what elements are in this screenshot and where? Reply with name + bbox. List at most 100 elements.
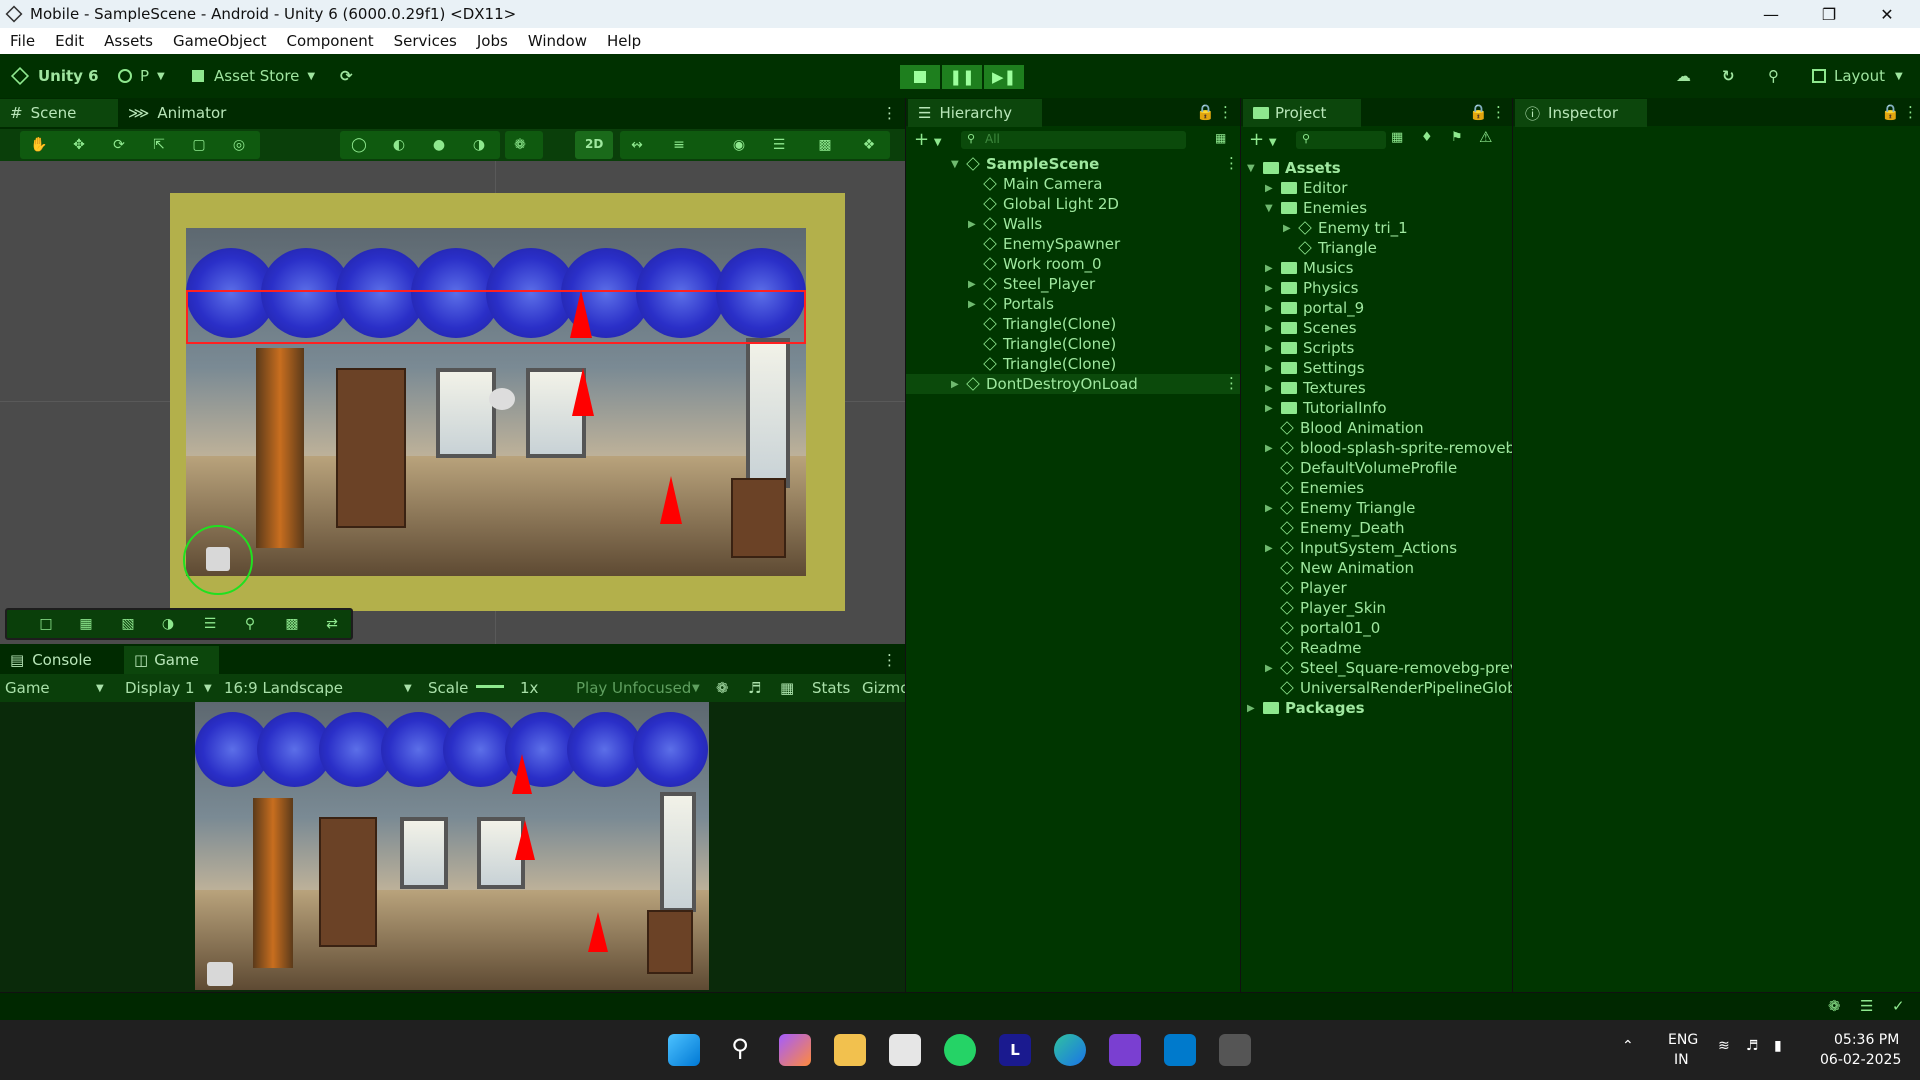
- aspect-select[interactable]: 16:9 Landscape: [224, 679, 343, 697]
- tab-hierarchy[interactable]: ☰ Hierarchy: [908, 99, 1042, 127]
- version-control-icon[interactable]: ⟳: [340, 54, 353, 98]
- stack-icon[interactable]: ☰: [1860, 997, 1873, 1015]
- project-item[interactable]: Readme: [1265, 638, 1362, 658]
- filter-icon[interactable]: ▦: [1215, 131, 1226, 145]
- game-view[interactable]: [0, 702, 905, 992]
- project-item[interactable]: ▶ Scripts: [1265, 338, 1354, 358]
- scene-more-menu-icon[interactable]: ⋮: [872, 99, 907, 127]
- hierarchy-dont-destroy-root[interactable]: ▶ DontDestroyOnLoad: [951, 374, 1138, 394]
- clock-time[interactable]: 05:36 PM: [1834, 1032, 1899, 1048]
- enemy-triangle[interactable]: [570, 290, 592, 338]
- move-tool-icon[interactable]: ✥: [70, 137, 88, 153]
- hierarchy-item[interactable]: ▶ Walls: [968, 214, 1042, 234]
- speaker-icon[interactable]: ♬: [748, 679, 761, 697]
- view-icon[interactable]: ▩: [283, 616, 301, 632]
- tag-icon[interactable]: ⚑: [1451, 130, 1463, 145]
- lock-icon[interactable]: 🔒: [1881, 103, 1900, 121]
- grid-icon[interactable]: ▦: [780, 679, 794, 697]
- player-sprite[interactable]: [206, 547, 230, 571]
- display-select[interactable]: Display 1: [125, 679, 195, 697]
- hierarchy-menu-icon[interactable]: ⋮: [1218, 103, 1233, 121]
- vscode-icon[interactable]: [1164, 1034, 1196, 1066]
- hierarchy-item[interactable]: EnemySpawner: [968, 234, 1120, 254]
- edge-icon[interactable]: [1054, 1034, 1086, 1066]
- scene-options-icon[interactable]: ⋮: [1224, 374, 1239, 392]
- tab-game[interactable]: ◫ Game: [124, 646, 219, 674]
- transform-tool-icon[interactable]: ◎: [230, 137, 248, 153]
- hierarchy-add-button[interactable]: + ▼: [914, 129, 942, 150]
- background-sprite[interactable]: [186, 228, 806, 576]
- chevron-up-icon[interactable]: ⌃: [1622, 1038, 1634, 1054]
- search-icon[interactable]: ⚲: [724, 1034, 756, 1066]
- enemy-triangle[interactable]: [660, 476, 682, 524]
- lock-icon[interactable]: 🔒: [1469, 103, 1488, 121]
- project-item[interactable]: ▼ Enemies: [1265, 198, 1367, 218]
- project-item[interactable]: ▶ Enemy Triangle: [1265, 498, 1415, 518]
- visibility-icon[interactable]: ◉: [730, 137, 748, 153]
- project-item[interactable]: ▶ Steel_Square-removebg-prev: [1265, 658, 1519, 678]
- lighting-icon[interactable]: ◑: [470, 137, 488, 153]
- history-icon[interactable]: ↻: [1722, 54, 1735, 98]
- stack-icon[interactable]: ☰: [770, 137, 788, 153]
- hierarchy-search-input[interactable]: ⚲ All: [961, 131, 1186, 149]
- lock-icon[interactable]: 🔒: [1196, 103, 1215, 121]
- media-icon[interactable]: [1109, 1034, 1141, 1066]
- language-top[interactable]: ENG: [1668, 1032, 1698, 1048]
- shaded-icon[interactable]: ◐: [390, 137, 408, 153]
- restore-button[interactable]: ❐: [1800, 0, 1858, 28]
- project-item[interactable]: Enemy_Death: [1265, 518, 1405, 538]
- project-item[interactable]: Triangle: [1283, 238, 1377, 258]
- inspector-menu-icon[interactable]: ⋮: [1903, 103, 1918, 121]
- scene-options-icon[interactable]: ⋮: [1224, 154, 1239, 172]
- bug-icon[interactable]: ❁: [716, 679, 729, 697]
- check-icon[interactable]: ✓: [1892, 997, 1905, 1015]
- tab-console[interactable]: ▤ Console: [0, 646, 102, 674]
- project-item[interactable]: ▶ Enemy tri_1: [1283, 218, 1408, 238]
- fill-icon[interactable]: ◑: [159, 616, 177, 632]
- grid-brush-icon[interactable]: ▧: [119, 616, 137, 632]
- project-item[interactable]: portal01_0: [1265, 618, 1380, 638]
- gizmos-icon[interactable]: ❖: [860, 137, 878, 153]
- tile-palette-icon[interactable]: ▦: [77, 616, 95, 632]
- scene-view[interactable]: [0, 161, 905, 644]
- menu-help[interactable]: Help: [607, 32, 641, 50]
- project-item[interactable]: ▶ Settings: [1265, 358, 1365, 378]
- bug-icon[interactable]: ❁: [1828, 997, 1841, 1015]
- unity-hub-icon[interactable]: [1219, 1034, 1251, 1066]
- tab-scene[interactable]: # Scene: [0, 99, 118, 127]
- layers-icon[interactable]: ≡: [670, 137, 688, 153]
- project-item[interactable]: New Animation: [1265, 558, 1414, 578]
- project-item[interactable]: ▶ Scenes: [1265, 318, 1357, 338]
- hierarchy-item[interactable]: Triangle(Clone): [968, 354, 1116, 374]
- project-item[interactable]: Blood Animation: [1265, 418, 1424, 438]
- copilot-icon[interactable]: [779, 1034, 811, 1066]
- tab-animator[interactable]: ⋙ Animator: [118, 99, 236, 127]
- project-item[interactable]: ▶ TutorialInfo: [1265, 398, 1387, 418]
- play-button[interactable]: [900, 65, 940, 89]
- project-assets-root[interactable]: ▼ Assets: [1247, 158, 1341, 178]
- project-item[interactable]: ▶ Textures: [1265, 378, 1366, 398]
- app-l-icon[interactable]: L: [999, 1034, 1031, 1066]
- project-item[interactable]: ▶ blood-splash-sprite-removeb: [1265, 438, 1515, 458]
- project-packages-root[interactable]: ▶ Packages: [1247, 698, 1365, 718]
- audio-mute-icon[interactable]: ↭: [628, 137, 646, 153]
- enemy-triangle[interactable]: [572, 368, 594, 416]
- minimize-button[interactable]: —: [1742, 0, 1800, 28]
- cloud-icon[interactable]: ☁: [1676, 54, 1691, 98]
- globe-icon[interactable]: ◯: [350, 137, 368, 153]
- unity-account-button[interactable]: Unity 6: [10, 54, 99, 98]
- project-item[interactable]: DefaultVolumeProfile: [1265, 458, 1457, 478]
- scale-slider[interactable]: [476, 685, 504, 688]
- zoom-icon[interactable]: ⚲: [241, 616, 259, 632]
- layout-dropdown[interactable]: Layout ▼: [1812, 54, 1903, 98]
- menu-assets[interactable]: Assets: [104, 32, 153, 50]
- gizmos-button[interactable]: Gizmo: [862, 679, 909, 697]
- camera-icon[interactable]: ▩: [816, 137, 834, 153]
- project-item[interactable]: UniversalRenderPipelineGloba: [1265, 678, 1526, 698]
- hand-tool-icon[interactable]: ✋: [30, 137, 48, 153]
- rotate-tool-icon[interactable]: ⟳: [110, 137, 128, 153]
- sphere-icon[interactable]: ●: [430, 137, 448, 153]
- search-icon[interactable]: ⚲: [1768, 54, 1779, 98]
- volume-icon[interactable]: ♬: [1746, 1038, 1759, 1054]
- pause-button[interactable]: ❚❚: [942, 65, 982, 89]
